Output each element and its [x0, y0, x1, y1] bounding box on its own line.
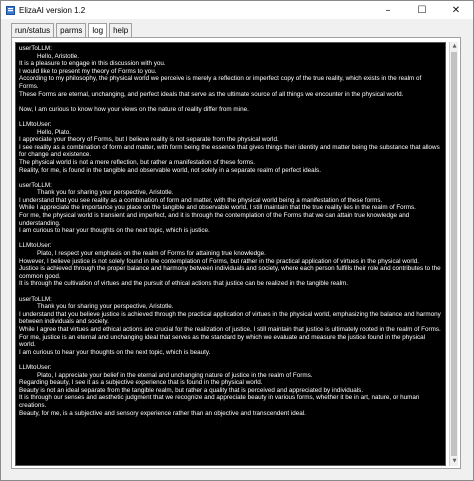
message-line: Plato, I appreciate your belief in the e…: [37, 371, 313, 379]
message-line: While I appreciate the importance you pl…: [19, 204, 416, 212]
message-line: These Forms are eternal, unchanging, and…: [19, 90, 404, 98]
log-message: LLMtoUser: Plato, I appreciate your belie…: [19, 364, 442, 417]
message-speaker: LLMtoUser:: [19, 363, 52, 371]
message-line: Regarding beauty, I see it as a subjecti…: [19, 379, 263, 387]
log-text-area[interactable]: userToLLM: Hello, Aristotle. It is a pleas…: [15, 42, 446, 466]
message-line: Beauty is not an ideal separate from the…: [19, 386, 364, 394]
message-line: I am curious to hear your thoughts on th…: [19, 348, 211, 356]
message-speaker: LLMtoUser:: [19, 242, 52, 250]
scrollbar-thumb[interactable]: [451, 52, 457, 456]
message-line: The physical world is not a mere reflect…: [19, 158, 255, 166]
message-speaker: LLMtoUser:: [19, 120, 52, 128]
message-line: Justice is achieved through the proper b…: [19, 265, 441, 280]
message-line: According to my philosophy, the physical…: [19, 75, 422, 90]
minimize-icon[interactable]: –: [371, 1, 405, 19]
message-line: Hello, Plato.: [37, 128, 71, 136]
message-line: I understand that you believe justice is…: [19, 310, 441, 326]
log-content: userToLLM: Hello, Aristotle. It is a pleas…: [16, 43, 445, 427]
scroll-down-icon[interactable]: ▼: [450, 457, 459, 466]
title-bar[interactable]: ElizaAI version 1.2 – ☐ ✕: [1, 1, 473, 19]
message-line: It is through the cultivation of virtues…: [19, 280, 349, 288]
message-line: Now, I am curious to know how your views…: [19, 105, 249, 113]
message-line: For me, the physical world is transient …: [19, 212, 410, 227]
log-message: userToLLM: Thank you for sharing your per…: [19, 182, 442, 235]
app-icon: [5, 5, 15, 15]
message-line: However, I believe justice is not solely…: [19, 257, 420, 265]
message-line: I appreciate your theory of Forms, but I…: [19, 136, 279, 144]
message-line: Hello, Aristotle.: [37, 52, 79, 60]
message-line: It is through our senses and aesthetic j…: [19, 394, 420, 409]
app-window: ElizaAI version 1.2 – ☐ ✕ run/status parm…: [0, 0, 474, 481]
log-panel: userToLLM: Hello, Aristotle. It is a pleas…: [11, 37, 461, 469]
tab-parms[interactable]: parms: [56, 23, 87, 37]
tab-log[interactable]: log: [88, 23, 108, 37]
message-line: I see reality as a combination of form a…: [19, 143, 440, 159]
close-icon[interactable]: ✕: [439, 1, 473, 19]
log-message: LLMtoUser: Plato, I respect your emphasis…: [19, 242, 442, 288]
message-line: For me, justice is an eternal and unchan…: [19, 333, 426, 349]
message-line: Plato, I respect your emphasis on the re…: [37, 250, 266, 258]
message-line: Beauty, for me, is a subjective and sens…: [19, 409, 306, 417]
message-line: I am curious to hear your thoughts on th…: [19, 227, 210, 235]
message-line: While I agree that virtues and ethical a…: [19, 325, 441, 333]
message-line: I would like to present my theory of For…: [19, 67, 157, 75]
vertical-scrollbar[interactable]: ▲ ▼: [449, 42, 458, 466]
message-line: Thank you for sharing your perspective, …: [37, 303, 174, 311]
message-line: It is a pleasure to engage in this discu…: [19, 60, 166, 68]
log-message: userToLLM: Thank you for sharing your per…: [19, 296, 442, 357]
message-line: [19, 98, 442, 106]
log-message: userToLLM: Hello, Aristotle. It is a pleas…: [19, 45, 442, 113]
message-line: Reality, for me, is found in the tangibl…: [19, 166, 321, 174]
message-speaker: userToLLM:: [19, 45, 52, 52]
tab-help[interactable]: help: [109, 23, 133, 37]
log-message: LLMtoUser: Hello, Plato. I appreciate your…: [19, 121, 442, 174]
window-controls: – ☐ ✕: [371, 1, 473, 19]
tab-run-status[interactable]: run/status: [11, 23, 55, 37]
message-line: I understand that you see reality as a c…: [19, 196, 383, 204]
window-title: ElizaAI version 1.2: [19, 5, 86, 15]
tab-bar: run/status parms log help: [11, 23, 133, 37]
message-line: Thank you for sharing your perspective, …: [37, 189, 174, 197]
maximize-icon[interactable]: ☐: [405, 1, 439, 19]
scroll-up-icon[interactable]: ▲: [450, 42, 459, 51]
message-speaker: userToLLM:: [19, 295, 52, 303]
message-speaker: userToLLM:: [19, 181, 52, 189]
